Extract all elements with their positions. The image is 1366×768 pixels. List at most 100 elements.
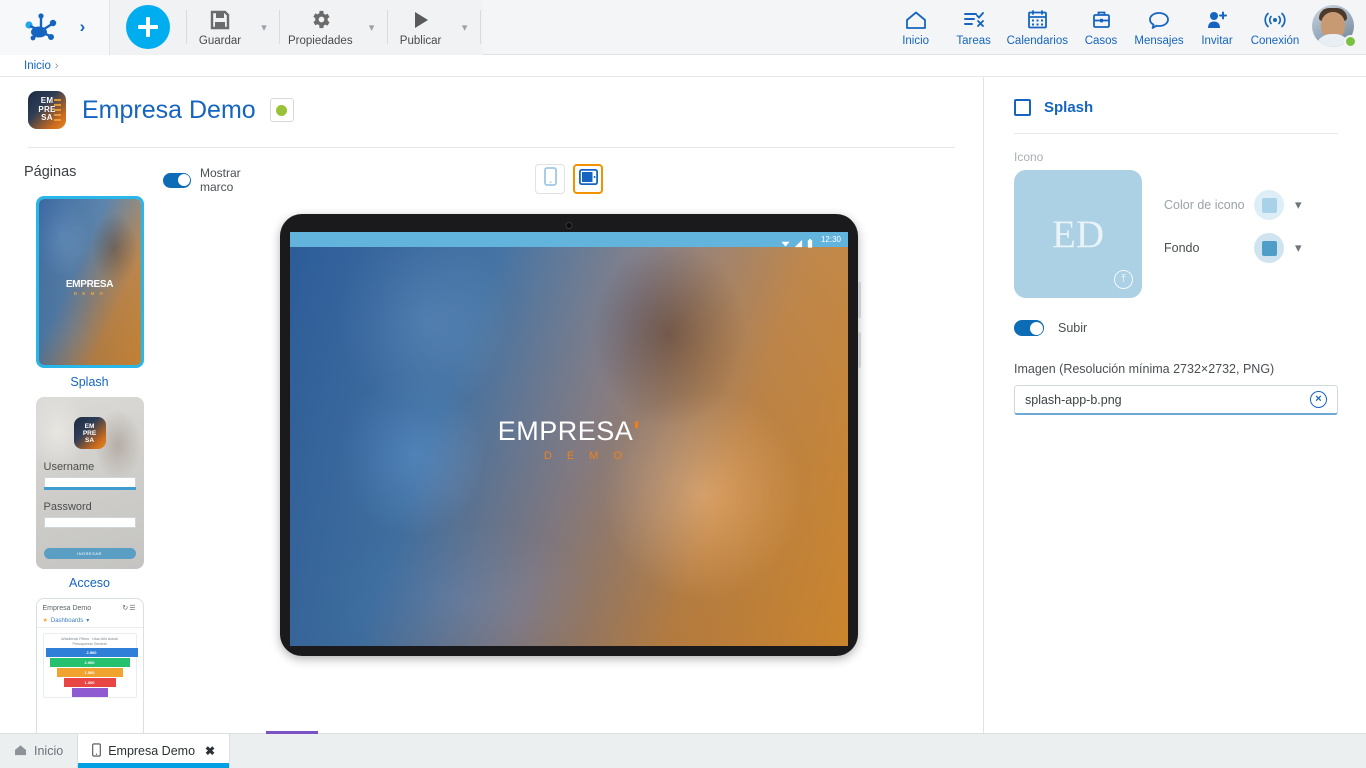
color-icono-swatch[interactable] [1254, 190, 1284, 220]
dashboard-nav: ★ Dashboards ▾ [36, 614, 143, 628]
nav-inicio-label: Inicio [902, 34, 930, 47]
color-icono-value [1261, 197, 1277, 213]
home-icon [14, 744, 27, 759]
save-label: Guardar [198, 35, 242, 47]
taskbar-accent-strip [266, 731, 319, 734]
subir-toggle-row[interactable]: Subir [1014, 320, 1338, 336]
online-status-dot [1344, 35, 1357, 48]
page-label-acceso[interactable]: Acceso [69, 576, 110, 590]
login-icon-line-3: SA [84, 436, 95, 444]
color-icono-chevron-down-icon[interactable]: ▾ [1295, 197, 1302, 213]
save-caret-icon[interactable]: ▾ [251, 0, 277, 55]
clear-circle-icon[interactable]: × [1310, 391, 1327, 408]
splash-logo-text: EMPRESA [497, 416, 634, 446]
signal-icon [794, 235, 803, 248]
save-button[interactable]: Guardar [189, 0, 251, 55]
toolbar-divider [479, 10, 481, 44]
dashboard-card: Añadiendo Filtros · Usar Año Actual Pres… [42, 633, 138, 698]
properties-label: Propiedades [288, 35, 353, 47]
device-phone-button[interactable] [535, 164, 565, 194]
nav-casos[interactable]: Casos [1072, 0, 1130, 55]
upload-arrow-icon[interactable]: ⤒ [1114, 270, 1133, 289]
preview-area: Mostrar marco 12:30 EMPRESA' D E M O [155, 164, 983, 768]
properties-header: Splash [1014, 99, 1338, 116]
icon-preview[interactable]: ED ⤒ [1014, 170, 1142, 298]
splash-logo-main: EMPRESA' [498, 416, 640, 447]
fondo-swatch[interactable] [1254, 233, 1284, 263]
funnel-segment [71, 688, 108, 697]
funnel-segment: 1.500 [56, 668, 123, 677]
imagen-label: Imagen (Resolución mínima 2732×2732, PNG… [1014, 362, 1275, 376]
tablet-icon [578, 168, 598, 190]
status-badge[interactable] [269, 98, 294, 122]
funnel-segment: 2.500 [45, 648, 138, 657]
fondo-value [1261, 240, 1277, 256]
show-frame-switch[interactable] [163, 172, 191, 188]
header-divider [28, 147, 955, 148]
nav-inicio[interactable]: Inicio [887, 0, 945, 55]
publish-label: Publicar [399, 35, 442, 47]
device-tablet-button[interactable] [573, 164, 603, 194]
splash-logo-sub: D E M O [543, 450, 629, 462]
publish-caret-icon[interactable]: ▾ [452, 0, 478, 55]
page-thumbnail-splash[interactable]: EMPRESA D E M O [35, 196, 144, 368]
funnel-segment: 2.000 [49, 658, 130, 667]
subir-switch[interactable] [1014, 320, 1044, 336]
tablet-preview: 12:30 EMPRESA' D E M O [280, 214, 861, 656]
login-password-label: Password [43, 501, 92, 513]
nav-invitar-label: Invitar [1201, 34, 1233, 47]
dashboard-card-title: Presupuesto General [72, 642, 107, 646]
person-add-icon [1206, 8, 1228, 32]
login-icon-line-1: EM [84, 422, 95, 430]
properties-title: Splash [1044, 99, 1094, 116]
taskbar-tab-empresa-demo-label: Empresa Demo [108, 744, 196, 758]
breadcrumb-inicio[interactable]: Inicio [24, 60, 51, 72]
close-icon[interactable]: ✖ [205, 744, 215, 758]
page-thumbnail-acceso[interactable]: EM PRE SA Username Password INGRESAR [35, 397, 144, 569]
splash-enabled-checkbox[interactable] [1014, 99, 1031, 116]
device-status-bar: 12:30 [290, 232, 848, 248]
top-toolbar: › Guardar ▾ Propiedades ▾ Publicar ▾ Ini… [0, 0, 1366, 55]
imagen-file-value: splash-app-b.png [1025, 392, 1122, 407]
toolbar-divider [386, 10, 388, 44]
properties-caret-icon[interactable]: ▾ [359, 0, 385, 55]
nav-conexion[interactable]: Conexión [1246, 0, 1304, 55]
switch-knob [177, 174, 190, 186]
status-bar-clock: 12:30 [820, 235, 841, 244]
calendar-icon [1027, 8, 1048, 32]
page-item-acceso[interactable]: EM PRE SA Username Password INGRESAR Acc… [24, 397, 155, 590]
breadcrumb: Inicio › [0, 55, 1366, 77]
nav-calendarios[interactable]: Calendarios [1003, 0, 1072, 55]
taskbar-tab-inicio[interactable]: Inicio [0, 734, 77, 768]
fondo-chevron-down-icon[interactable]: ▾ [1295, 240, 1302, 256]
page-label-splash[interactable]: Splash [70, 375, 108, 389]
tablet-camera [565, 222, 573, 229]
login-submit-button: INGRESAR [43, 548, 136, 559]
preview-toolbar: Mostrar marco [155, 164, 983, 210]
taskbar: Inicio Empresa Demo ✖ [0, 731, 1366, 768]
add-button[interactable] [126, 5, 170, 49]
fondo-row: Fondo ▾ [1164, 233, 1338, 263]
pages-sidebar: Páginas EMPRESA D E M O Splash EM PRE SA… [0, 164, 155, 768]
nav-tareas-label: Tareas [956, 34, 991, 47]
publish-button[interactable]: Publicar [390, 0, 452, 55]
briefcase-icon [1091, 8, 1112, 32]
splash-logo: EMPRESA' D E M O [290, 416, 848, 462]
chevron-right-icon[interactable]: › [80, 17, 86, 37]
imagen-file-input[interactable]: splash-app-b.png × [1014, 385, 1338, 415]
properties-button[interactable]: Propiedades [282, 0, 359, 55]
dashboard-nav-label: Dashboards [50, 617, 84, 624]
phone-icon [543, 167, 557, 191]
molecule-logo-icon[interactable] [24, 11, 58, 43]
app-icon-stripes [54, 99, 61, 121]
thumbnail-logo: EMPRESA D E M O [39, 279, 141, 296]
taskbar-tab-empresa-demo[interactable]: Empresa Demo ✖ [77, 731, 319, 768]
nav-mensajes[interactable]: Mensajes [1130, 0, 1188, 55]
nav-invitar[interactable]: Invitar [1188, 0, 1246, 55]
page-item-splash[interactable]: EMPRESA D E M O Splash [24, 196, 155, 389]
nav-tareas[interactable]: Tareas [945, 0, 1003, 55]
login-username-label: Username [43, 461, 95, 473]
show-frame-toggle[interactable]: Mostrar marco [163, 166, 241, 194]
avatar[interactable] [1312, 5, 1357, 49]
icono-label: Icono [1014, 150, 1044, 164]
